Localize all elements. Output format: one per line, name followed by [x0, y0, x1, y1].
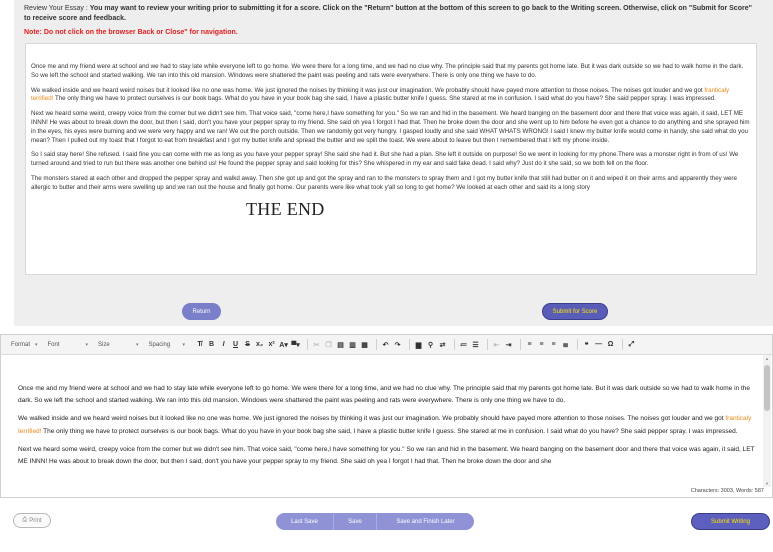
essay-paragraph: We walked inside and we heard weird nois…: [31, 87, 751, 105]
align-left-icon[interactable]: ≡: [525, 340, 534, 350]
scroll-up-icon[interactable]: ▲: [763, 356, 771, 361]
essay-preview: Once me and my friend were at school and…: [25, 43, 757, 275]
print-label: Print: [29, 517, 42, 524]
review-instruction-text: You may want to review your writing prio…: [24, 5, 752, 22]
strikethrough-icon[interactable]: S: [243, 340, 252, 350]
toolbar-divider: [622, 339, 624, 350]
essay-paragraph: So I said stay here! She refused. I said…: [31, 151, 739, 168]
character-word-count: Characters: 3003, Words: 587: [690, 488, 764, 494]
align-center-icon[interactable]: ≡: [537, 340, 546, 350]
toolbar-divider: [307, 339, 309, 350]
editor-toolbar: Format ▾ Font ▾ Size ▾ Spacing ▾ T̸ B I …: [1, 335, 772, 355]
maximize-icon[interactable]: ⤢: [627, 340, 636, 350]
essay-paragraph: Next we heard some weird, creepy voice f…: [31, 110, 750, 144]
paste-word-icon[interactable]: ▦: [360, 340, 369, 350]
paragraph-text: The only thing we have to protect oursel…: [41, 427, 738, 435]
submit-writing-button[interactable]: Submit Writing: [691, 513, 770, 530]
scroll-down-icon[interactable]: ▼: [763, 481, 771, 486]
numbered-list-icon[interactable]: ≔: [459, 340, 468, 350]
format-dropdown[interactable]: Format ▾: [11, 342, 38, 348]
chevron-down-icon: ▾: [35, 341, 38, 348]
bulleted-list-icon[interactable]: ☰: [471, 340, 480, 350]
save-button[interactable]: Save: [334, 513, 377, 530]
indent-icon[interactable]: ⇥: [504, 340, 513, 350]
paragraph-text: We walked inside and we heard weird nois…: [31, 86, 705, 94]
editor-paragraph: Next we heard some weird, creepy voice f…: [18, 445, 755, 466]
essay-paragraph: Once me and my friend were at school and…: [31, 63, 744, 79]
font-dropdown[interactable]: Font ▾: [48, 342, 89, 348]
print-button[interactable]: ⎙ Print: [13, 513, 51, 528]
spacing-dropdown-label: Spacing: [148, 341, 171, 348]
chevron-down-icon: ▾: [85, 341, 89, 348]
editor-scrollbar[interactable]: ▲ ▼: [763, 355, 771, 487]
copy-icon[interactable]: ❐: [324, 340, 333, 350]
replace-icon[interactable]: ⇄: [438, 340, 447, 350]
underline-icon[interactable]: U: [231, 340, 240, 350]
text-color-icon[interactable]: A▾: [279, 340, 288, 350]
return-button[interactable]: Return: [182, 303, 221, 320]
superscript-icon[interactable]: x²: [267, 340, 276, 350]
essay-paragraph: The monsters stared at each other and dr…: [31, 174, 737, 191]
subscript-icon[interactable]: x₂: [255, 340, 264, 350]
italic-icon[interactable]: I: [219, 340, 228, 350]
comment-icon[interactable]: ▆: [414, 340, 423, 350]
toolbar-divider: [577, 339, 579, 350]
format-dropdown-label: Format: [11, 341, 31, 348]
redo-icon[interactable]: ↷: [393, 340, 402, 350]
bold-icon[interactable]: B: [207, 340, 216, 350]
size-dropdown-label: Size: [98, 341, 110, 348]
editor-text-area[interactable]: Once me and my friend were at school and…: [1, 355, 763, 487]
save-button-group: Last Save Save Save and Finish Later: [276, 513, 474, 530]
block-quote-icon[interactable]: ❝: [582, 340, 591, 350]
align-right-icon[interactable]: ≡: [549, 340, 558, 350]
the-end-heading: THE END: [246, 198, 325, 219]
editor-paragraph: We walked inside and we heard weird nois…: [18, 413, 755, 437]
review-panel: Review Your Essay : You may want to revi…: [14, 0, 773, 326]
toolbar-divider: [520, 339, 522, 350]
toolbar-divider: [376, 339, 378, 350]
outdent-icon[interactable]: ⇤: [492, 340, 501, 350]
size-dropdown[interactable]: Size ▾: [98, 342, 139, 348]
submit-for-score-button[interactable]: Submit for Score: [542, 303, 608, 320]
highlight-color-icon[interactable]: ▀▾: [291, 340, 300, 350]
undo-icon[interactable]: ↶: [381, 340, 390, 350]
cut-icon[interactable]: ✂: [312, 340, 321, 350]
review-instructions: Review Your Essay : You may want to revi…: [24, 4, 759, 24]
last-save-button[interactable]: Last Save: [276, 513, 334, 530]
paragraph-text: We walked inside and we heard weird nois…: [18, 415, 726, 423]
toolbar-divider: [409, 339, 411, 350]
horizontal-line-icon[interactable]: ―: [594, 340, 603, 350]
editor-paragraph: Once me and my friend were at school and…: [18, 385, 751, 405]
paste-icon[interactable]: ▤: [336, 340, 345, 350]
toolbar-divider: [454, 339, 456, 350]
special-character-icon[interactable]: Ω: [606, 340, 615, 350]
chevron-down-icon: ▾: [136, 341, 139, 348]
paragraph-text: The only thing we have to protect oursel…: [53, 95, 716, 103]
font-dropdown-label: Font: [47, 341, 60, 348]
print-icon: ⎙: [22, 517, 28, 523]
review-label: Review Your Essay :: [24, 5, 88, 12]
navigation-note: Note: Do not click on the browser Back o…: [24, 29, 238, 36]
paste-text-icon[interactable]: ▥: [348, 340, 357, 350]
scrollbar-thumb[interactable]: [764, 365, 770, 411]
justify-icon[interactable]: ≣: [561, 340, 570, 350]
chevron-down-icon: ▾: [182, 341, 186, 348]
essay-editor[interactable]: Format ▾ Font ▾ Size ▾ Spacing ▾ T̸ B I …: [0, 334, 773, 498]
clear-format-icon[interactable]: T̸: [195, 340, 204, 350]
toolbar-divider: [487, 339, 489, 350]
spacing-dropdown[interactable]: Spacing ▾: [149, 342, 186, 348]
save-and-finish-later-button[interactable]: Save and Finish Later: [377, 513, 474, 530]
find-icon[interactable]: ⚲: [426, 340, 435, 350]
